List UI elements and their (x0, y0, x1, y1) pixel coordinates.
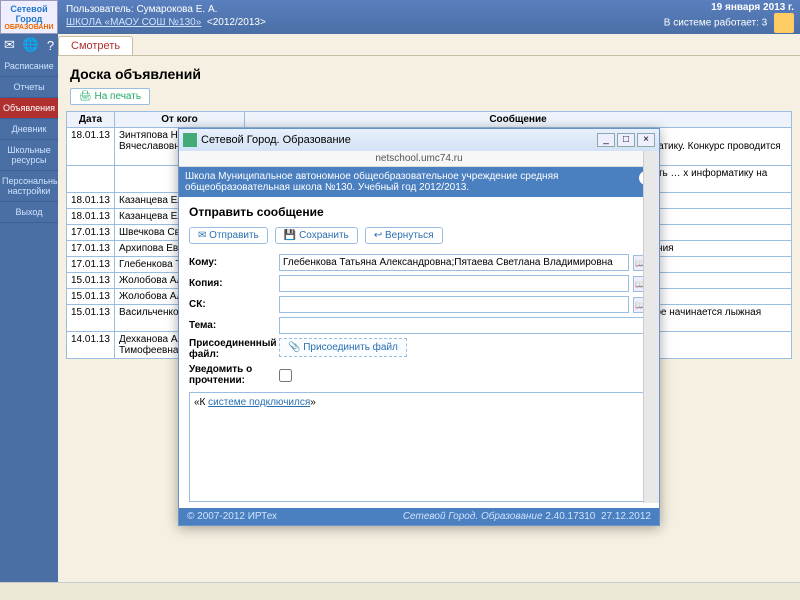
online-label: В системе работает: (664, 18, 762, 29)
left-nav: ✉ 🌐 ? Расписание Отчеты Объявления Дневн… (0, 34, 58, 600)
cell-date: 15.01.13 (67, 289, 115, 305)
dialog-footer: © 2007-2012 ИРТех Сетевой Город. Образов… (179, 508, 659, 525)
attach-file-button[interactable]: 📎 Присоединить файл (279, 338, 407, 357)
body-pre: «К (194, 397, 208, 408)
body-post: » (310, 397, 316, 408)
minimize-button[interactable]: _ (597, 133, 615, 147)
attach-btn-label: Присоединить файл (303, 342, 398, 353)
cell-date: 18.01.13 (67, 209, 115, 225)
help-icon[interactable]: ? (47, 38, 54, 53)
cell-date: 17.01.13 (67, 257, 115, 273)
school-year: <2012/2013> (207, 17, 266, 28)
print-button[interactable]: 🖨 На печать (70, 88, 150, 105)
notify-checkbox[interactable] (279, 369, 292, 382)
user-label: Пользователь: (66, 4, 136, 15)
dialog-banner: Школа Муниципальное автономное общеобраз… (179, 167, 659, 197)
nav-diary[interactable]: Дневник (0, 119, 58, 140)
bcc-input[interactable] (279, 296, 629, 313)
subject-label: Тема: (189, 320, 279, 331)
body-link[interactable]: системе подключился (208, 397, 310, 408)
cell-date: 15.01.13 (67, 273, 115, 289)
app-logo: Сетевой Город ОБРАЗОВАНИ (0, 0, 58, 34)
subject-input[interactable] (279, 317, 649, 334)
footer-version: 2.40.17310 (545, 511, 595, 522)
cell-date: 17.01.13 (67, 225, 115, 241)
dialog-scrollbar[interactable] (643, 151, 659, 503)
dialog-heading: Отправить сообщение (189, 205, 649, 219)
dialog-titlebar[interactable]: Сетевой Город. Образование _ □ × (179, 129, 659, 151)
footer-copyright: © 2007-2012 ИРТех (187, 511, 403, 522)
col-date: Дата (67, 112, 115, 128)
header-right: 19 января 2013 г. В системе работает: 3 (664, 2, 794, 33)
tab-view[interactable]: Смотреть (58, 36, 133, 55)
nav-resources[interactable]: Школьные ресурсы (0, 140, 58, 171)
statusbar (0, 582, 800, 600)
save-label: Сохранить (299, 230, 349, 241)
nav-schedule[interactable]: Расписание (0, 56, 58, 77)
to-label: Кому: (189, 257, 279, 268)
cc-label: Копия: (189, 278, 279, 289)
page-title: Доска объявлений (70, 66, 792, 82)
exit-door-icon[interactable] (774, 13, 794, 33)
user-block: Пользователь: Сумарокова Е. А. ШКОЛА «МА… (58, 0, 274, 34)
footer-product: Сетевой Город. Образование 2.40.17310 27… (403, 511, 651, 522)
cc-input[interactable] (279, 275, 629, 292)
nav-reports[interactable]: Отчеты (0, 77, 58, 98)
dialog-title: Сетевой Город. Образование (201, 134, 351, 146)
notify-label: Уведомить о прочтении: (189, 364, 279, 386)
cell-date: 17.01.13 (67, 241, 115, 257)
maximize-button[interactable]: □ (617, 133, 635, 147)
back-button[interactable]: ↩ Вернуться (365, 227, 443, 244)
back-label: Вернуться (385, 230, 434, 241)
footer-product-name: Сетевой Город. Образование (403, 511, 543, 522)
user-name: Сумарокова Е. А. (136, 4, 217, 15)
nav-icon-row: ✉ 🌐 ? (0, 34, 58, 56)
banner-text: Школа Муниципальное автономное общеобраз… (185, 171, 558, 193)
online-count: 3 (762, 18, 768, 29)
app-header: Сетевой Город ОБРАЗОВАНИ Пользователь: С… (0, 0, 800, 34)
logo-line2: Город (16, 14, 43, 24)
globe-icon[interactable]: 🌐 (23, 37, 39, 53)
dialog-url: netschool.umc74.ru (179, 151, 659, 167)
save-button[interactable]: 💾 Сохранить (275, 227, 358, 244)
print-label: На печать (94, 91, 141, 102)
current-date: 19 января 2013 г. (711, 2, 794, 13)
cell-date (67, 166, 115, 193)
cell-date: 15.01.13 (67, 305, 115, 332)
nav-exit[interactable]: Выход (0, 202, 58, 223)
dialog-body: Отправить сообщение ✉ Отправить 💾 Сохран… (179, 197, 659, 510)
nav-announcements[interactable]: Объявления (0, 98, 58, 119)
dialog-toolbar: ✉ Отправить 💾 Сохранить ↩ Вернуться (189, 227, 649, 244)
app-icon (183, 133, 197, 147)
nav-personal[interactable]: Персональные настройки (0, 171, 58, 202)
footer-build-date: 27.12.2012 (601, 511, 651, 522)
logo-line1: Сетевой (10, 4, 47, 14)
send-button[interactable]: ✉ Отправить (189, 227, 268, 244)
to-input[interactable] (279, 254, 629, 271)
attach-label: Присоединенный файл: (189, 338, 279, 360)
logo-line3: ОБРАЗОВАНИ (4, 24, 53, 31)
send-label: Отправить (209, 230, 259, 241)
col-from: От кого (115, 112, 245, 128)
compose-dialog: Сетевой Город. Образование _ □ × netscho… (178, 128, 660, 526)
cell-date: 18.01.13 (67, 193, 115, 209)
school-link[interactable]: ШКОЛА «МАОУ СОШ №130» (66, 17, 201, 28)
cell-date: 14.01.13 (67, 332, 115, 359)
message-body[interactable]: «К системе подключился» (189, 392, 649, 502)
bcc-label: СК: (189, 299, 279, 310)
cell-date: 18.01.13 (67, 128, 115, 166)
close-button[interactable]: × (637, 133, 655, 147)
col-message: Сообщение (245, 112, 792, 128)
tab-strip: Смотреть (0, 34, 800, 56)
mail-icon[interactable]: ✉ (4, 37, 15, 53)
